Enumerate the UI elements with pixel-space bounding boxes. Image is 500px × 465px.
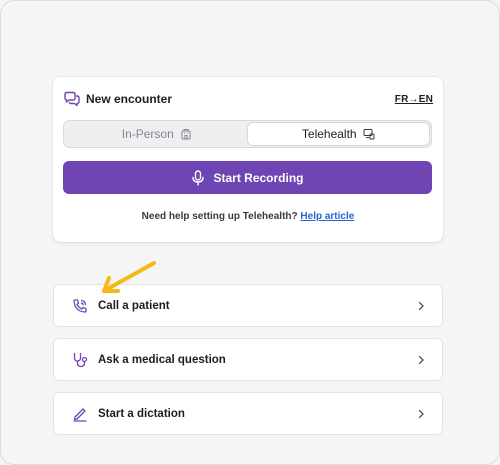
stethoscope-icon — [72, 352, 88, 368]
mode-telehealth[interactable]: Telehealth — [247, 123, 429, 145]
help-article-link[interactable]: Help article — [300, 211, 354, 222]
encounter-mode-toggle: In-Person Telehealth — [63, 120, 432, 148]
new-encounter-card: New encounter FR→EN In-Person Telehealth — [53, 77, 443, 242]
annotation-arrow-icon — [102, 261, 156, 293]
chevron-right-icon — [418, 355, 424, 364]
help-text: Need help setting up Telehealth? — [141, 211, 298, 222]
chat-bubbles-icon — [63, 90, 81, 108]
help-line: Need help setting up Telehealth? Help ar… — [53, 211, 443, 222]
chevron-right-icon — [418, 301, 424, 310]
mode-in-person[interactable]: In-Person — [66, 123, 248, 145]
card-title: New encounter — [86, 92, 173, 106]
pen-icon — [72, 406, 88, 422]
chevron-right-icon — [418, 409, 424, 418]
ask-medical-question-button[interactable]: Ask a medical question — [53, 338, 443, 381]
microphone-icon — [192, 169, 205, 186]
start-dictation-label: Start a dictation — [98, 407, 185, 420]
start-recording-button[interactable]: Start Recording — [63, 161, 432, 194]
phone-icon — [72, 298, 88, 314]
card-header: New encounter FR→EN — [63, 89, 433, 109]
mode-telehealth-label: Telehealth — [301, 127, 357, 141]
start-dictation-button[interactable]: Start a dictation — [53, 392, 443, 435]
ask-medical-question-label: Ask a medical question — [98, 353, 226, 366]
video-call-icon — [363, 129, 375, 140]
language-toggle-link[interactable]: FR→EN — [395, 94, 433, 105]
call-patient-label: Call a patient — [98, 299, 170, 312]
start-recording-label: Start Recording — [213, 170, 304, 185]
mode-in-person-label: In-Person — [121, 127, 174, 141]
building-icon — [181, 129, 191, 140]
